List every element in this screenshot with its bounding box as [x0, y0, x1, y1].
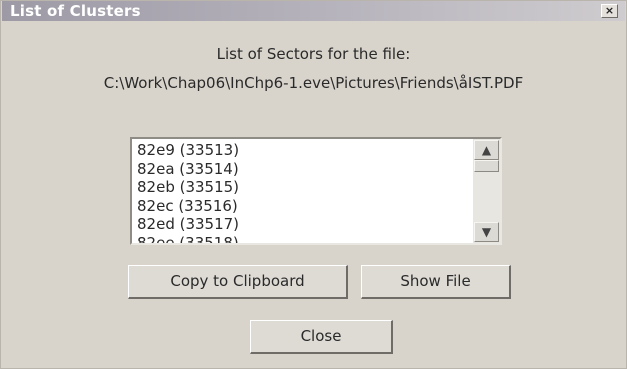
window-title: List of Clusters [10, 2, 141, 20]
sectors-label: List of Sectors for the file: [216, 45, 411, 63]
chevron-down-icon[interactable]: ▼ [474, 222, 499, 242]
list-item[interactable]: 82ed (33517) [137, 215, 239, 234]
close-button[interactable]: Close [250, 320, 393, 354]
show-file-button[interactable]: Show File [361, 265, 511, 299]
sector-listbox[interactable]: 82e9 (33513) 82ea (33514) 82eb (33515) 8… [130, 137, 502, 245]
file-path-label: C:\Work\Chap06\InChp6-1.eve\Pictures\Fri… [103, 74, 524, 92]
close-icon[interactable]: × [601, 4, 618, 18]
copy-to-clipboard-button[interactable]: Copy to Clipboard [128, 265, 348, 299]
list-of-clusters-window: List of Clusters × List of Sectors for t… [0, 0, 627, 369]
list-item[interactable]: 82ec (33516) [137, 197, 239, 216]
list-items: 82e9 (33513) 82ea (33514) 82eb (33515) 8… [137, 141, 239, 244]
list-item[interactable]: 82e9 (33513) [137, 141, 239, 160]
list-item[interactable]: 82eb (33515) [137, 178, 239, 197]
list-item[interactable]: 82ea (33514) [137, 160, 239, 179]
vertical-scrollbar[interactable]: ▲ ▼ [473, 139, 500, 243]
list-item[interactable]: 82ee (33518) [137, 234, 239, 244]
scrollbar-thumb[interactable] [474, 160, 499, 172]
chevron-up-icon[interactable]: ▲ [474, 140, 499, 160]
title-bar[interactable]: List of Clusters × [2, 1, 625, 21]
